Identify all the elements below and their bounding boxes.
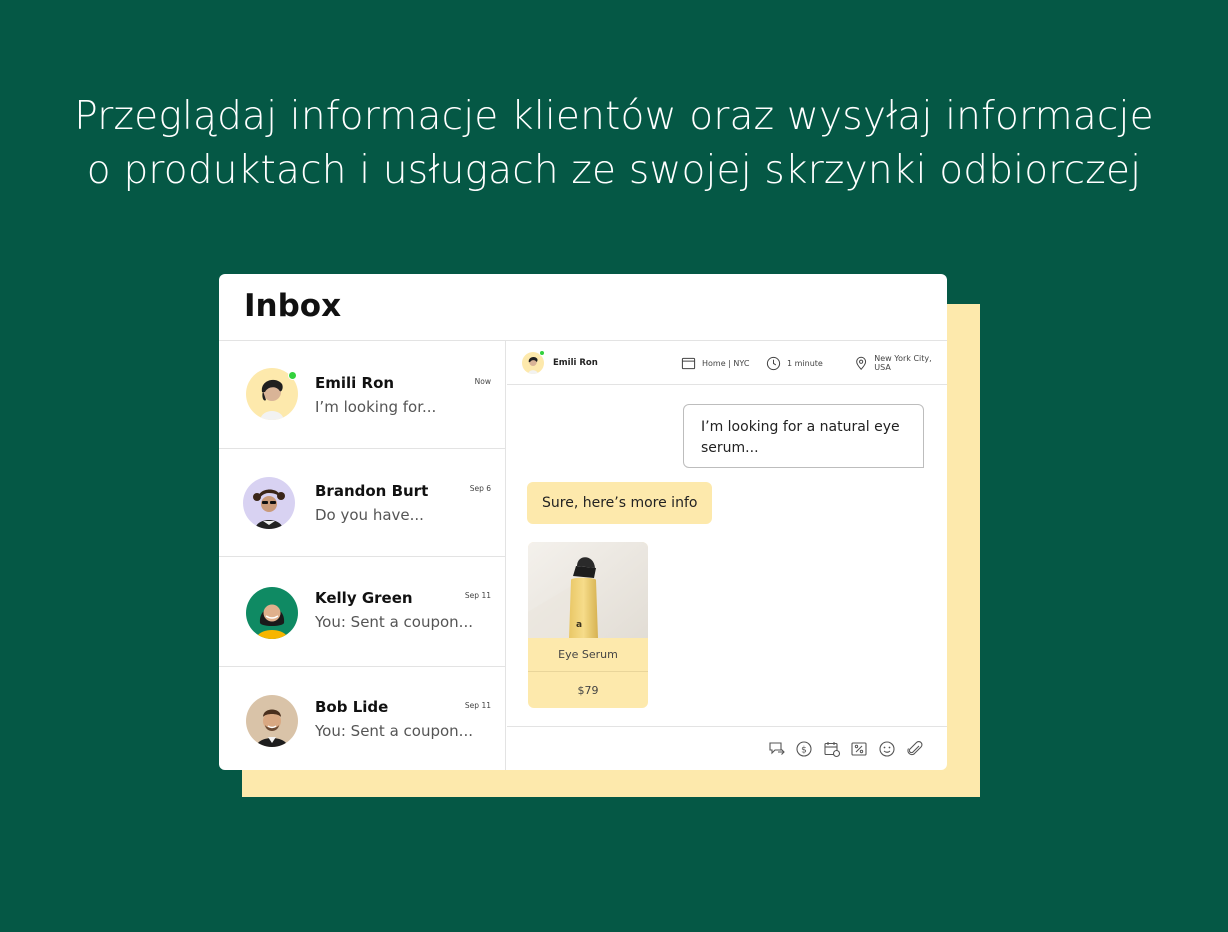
conversation-name: Bob Lide (315, 698, 389, 716)
conversation-name: Kelly Green (315, 589, 413, 607)
composer-divider (507, 726, 947, 727)
svg-text:$: $ (801, 746, 807, 756)
inbox-title: Inbox (244, 288, 342, 324)
conversation-item-emili-ron[interactable]: Emili Ron I’m looking for... Now (219, 341, 506, 449)
conversation-preview: Do you have... (315, 506, 424, 524)
location: New York City, USA (854, 352, 947, 374)
avatar (246, 587, 298, 639)
conversation-item-kelly-green[interactable]: Kelly Green You: Sent a coupon... Sep 11 (219, 557, 506, 667)
conversation-date: Sep 11 (464, 591, 491, 600)
conversation-date: Sep 6 (469, 484, 491, 493)
dollar-icon[interactable]: $ (795, 740, 813, 758)
conversation-preview: You: Sent a coupon... (315, 613, 473, 631)
visited-page: Home | NYC (681, 352, 749, 374)
time-on-site: 1 minute (766, 352, 823, 374)
conversation-preview: You: Sent a coupon... (315, 722, 473, 740)
online-status-dot (539, 350, 545, 356)
calendar-icon[interactable] (823, 740, 841, 758)
avatar (246, 695, 298, 747)
avatar (243, 477, 295, 529)
product-price: $79 (577, 684, 599, 697)
conversation-date: Sep 11 (464, 701, 491, 710)
conversation-preview: I’m looking for... (315, 398, 437, 416)
headline-line-2: o produktach i usługach ze swojej skrzyn… (86, 148, 1142, 193)
coupon-icon[interactable] (850, 740, 868, 758)
conversation-item-bob-lide[interactable]: Bob Lide You: Sent a coupon... Sep 11 (219, 667, 506, 770)
product-name: Eye Serum (528, 638, 648, 672)
conversation-item-brandon-burt[interactable]: Brandon Burt Do you have... Sep 6 (219, 449, 506, 557)
outgoing-message: I’m looking for a natural eye serum... (683, 404, 924, 468)
headline: Przeglądaj informacje klientów oraz wysy… (0, 90, 1228, 198)
bottle-logo: a (576, 620, 582, 630)
time-on-site-label: 1 minute (787, 358, 823, 368)
product-card[interactable]: a Eye Serum $79 (528, 542, 648, 708)
conversation-name: Emili Ron (315, 374, 395, 392)
conversation-name: Brandon Burt (315, 482, 429, 500)
clock-icon (766, 356, 781, 370)
online-status-dot (288, 371, 297, 380)
product-image: a (528, 542, 648, 638)
conversation-list: Emili Ron I’m looking for... Now Brandon… (219, 341, 506, 770)
location-pin-icon (856, 356, 867, 370)
browser-window-icon (681, 357, 696, 369)
location-label: New York City, USA (874, 354, 932, 372)
emoji-icon[interactable] (878, 740, 896, 758)
incoming-message: Sure, here’s more info (527, 482, 713, 524)
conversation-date: Now (474, 377, 491, 386)
chat-forward-icon[interactable] (768, 740, 786, 758)
contact-name: Emili Ron (553, 358, 598, 368)
headline-line-1: Przeglądaj informacje klientów oraz wysy… (74, 94, 1154, 139)
chat-header: Emili Ron Home | NYC 1 minute New York C… (507, 341, 947, 385)
visited-page-label: Home | NYC (702, 358, 750, 368)
attachment-icon[interactable] (906, 740, 924, 758)
chat-pane: Emili Ron Home | NYC 1 minute New York C… (507, 341, 947, 770)
inbox-window: Inbox Emili Ron I’m looking for... Now B… (219, 274, 947, 770)
